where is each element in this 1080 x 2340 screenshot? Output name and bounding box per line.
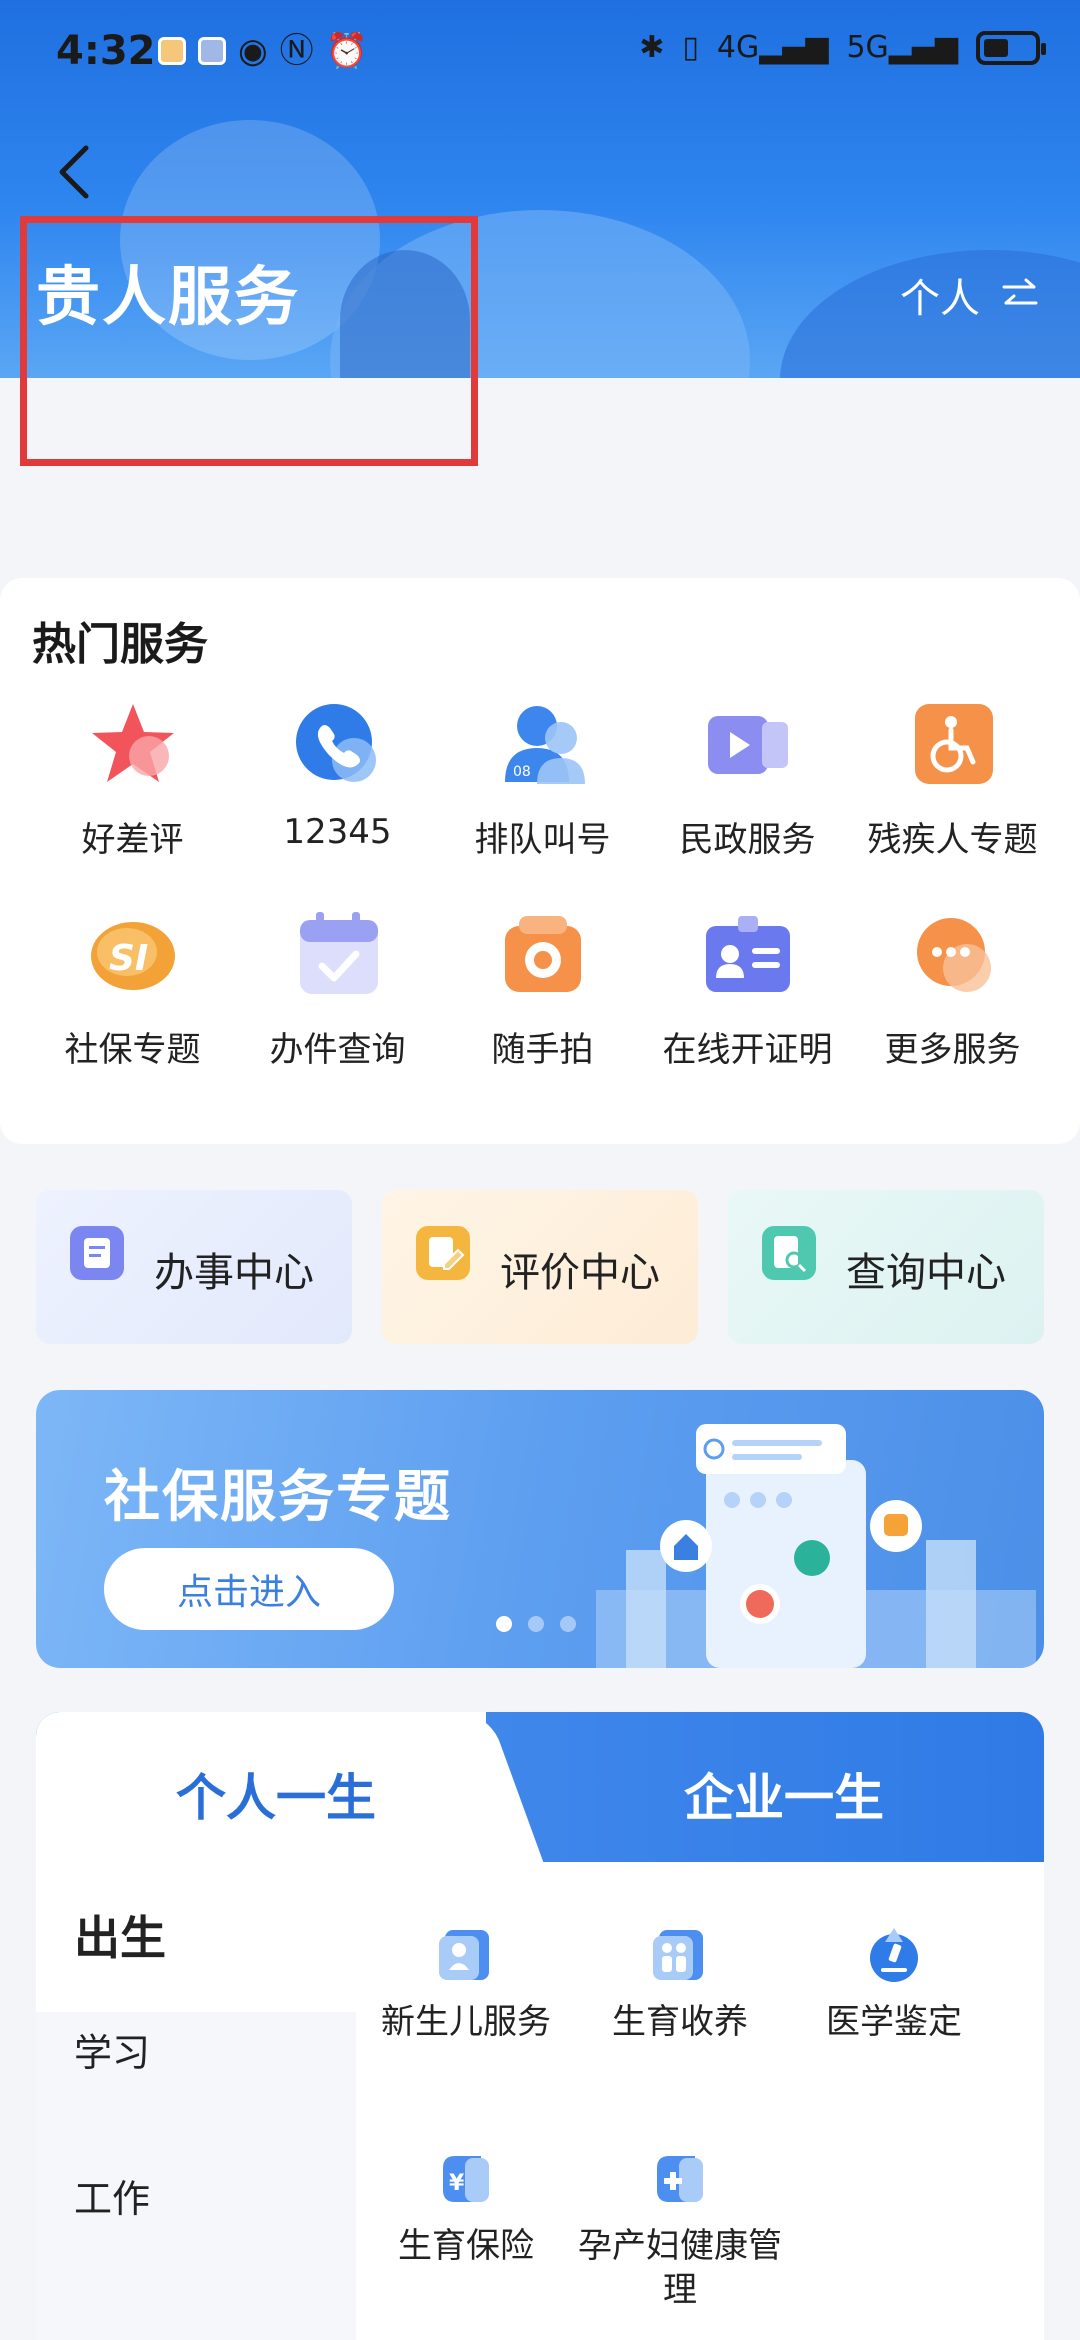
service-good-bad-review[interactable]: 好差评	[30, 698, 235, 868]
calendar-check-icon	[299, 912, 378, 994]
life-services-panel: 个人一生 企业一生 出生 学习 工作 新生儿服务 生育收养 医学鉴定 ¥ 生育保…	[36, 1712, 1044, 2340]
bluetooth-icon: ✱	[639, 30, 665, 65]
health-icon	[657, 2156, 703, 2202]
user-queue-icon: 08	[504, 706, 585, 784]
hot-services-title: 热门服务	[32, 619, 208, 670]
banner-illustration	[596, 1424, 1036, 1668]
family-icon	[653, 1930, 703, 1980]
id-card-icon	[705, 916, 790, 992]
card-service-center[interactable]: 办事中心	[36, 1190, 352, 1344]
center-cards: 办事中心 评价中心 查询中心	[36, 1190, 1044, 1344]
more-chat-icon	[916, 918, 991, 992]
edit-icon	[416, 1226, 470, 1280]
eye-icon: ◉	[238, 31, 268, 71]
service-snapshot[interactable]: 随手拍	[440, 908, 645, 1078]
status-right-icons: ✱ ▯ 4G▂▄▆ 5G▂▄▆	[639, 30, 1046, 65]
tab-personal-life[interactable]: 个人一生	[176, 1758, 376, 1830]
svg-text:08: 08	[513, 764, 531, 780]
sidebar-item-birth[interactable]: 出生	[74, 1902, 166, 1968]
service-online-certificate[interactable]: 在线开证明	[645, 908, 850, 1078]
item-birth-adoption[interactable]: 生育收养	[570, 1924, 790, 2044]
sidebar-item-study[interactable]: 学习	[74, 2022, 150, 2077]
battery-icon	[976, 30, 1046, 65]
wheelchair-icon	[914, 704, 993, 784]
star-icon	[91, 704, 174, 782]
signal-5g-icon: 5G▂▄▆	[846, 30, 958, 65]
social-security-banner[interactable]: 社保服务专题 点击进入	[36, 1390, 1044, 1668]
service-more[interactable]: 更多服务	[850, 908, 1055, 1078]
status-notification-icons: ◉ Ⓝ ⏰	[158, 34, 368, 68]
sidebar-item-work[interactable]: 工作	[74, 2168, 150, 2223]
service-12345-hotline[interactable]: 12345	[235, 698, 440, 868]
item-maternal-health[interactable]: 孕产妇健康管理	[570, 2148, 790, 2312]
microscope-icon	[870, 1928, 918, 1982]
vibrate-icon: ▯	[682, 30, 699, 65]
tab-enterprise-life[interactable]: 企业一生	[684, 1758, 884, 1830]
carousel-dot[interactable]	[560, 1616, 576, 1632]
identity-switch[interactable]: 个人	[900, 266, 1040, 324]
document-icon	[70, 1226, 124, 1280]
identity-switch-label: 个人	[900, 276, 980, 322]
swap-icon	[1002, 278, 1038, 305]
search-document-icon	[762, 1226, 816, 1280]
carousel-dot-active[interactable]	[496, 1616, 512, 1632]
service-civil-affairs[interactable]: 民政服务	[645, 698, 850, 868]
life-tabs: 个人一生 企业一生	[36, 1712, 1044, 1862]
item-maternity-insurance[interactable]: ¥ 生育保险	[356, 2148, 576, 2268]
hot-services-grid: 好差评 12345 08 排队叫号 民政服务 残疾人专题 SI 社保专题 办件查…	[0, 698, 1080, 1078]
nfc-icon: Ⓝ	[279, 31, 314, 71]
app-notification-icon	[198, 37, 226, 65]
alarm-icon: ⏰	[325, 31, 369, 71]
service-case-query[interactable]: 办件查询	[235, 908, 440, 1078]
service-queue-number[interactable]: 08 排队叫号	[440, 698, 645, 868]
social-security-icon: SI	[90, 922, 175, 990]
item-newborn-service[interactable]: 新生儿服务	[356, 1924, 576, 2044]
app-notification-icon	[158, 37, 186, 65]
item-medical-appraisal[interactable]: 医学鉴定	[784, 1924, 1004, 2044]
back-icon[interactable]	[54, 142, 94, 202]
carousel-indicator	[496, 1616, 576, 1632]
hot-services-panel: 热门服务 好差评 12345 08 排队叫号 民政服务 残疾人专题 SI 社保专…	[0, 578, 1080, 1144]
baby-icon	[439, 1930, 489, 1980]
highlight-annotation-box	[20, 216, 478, 466]
svg-text:SI: SI	[109, 938, 148, 979]
status-time: 4:32	[56, 28, 156, 74]
status-bar: 4:32 ◉ Ⓝ ⏰ ✱ ▯ 4G▂▄▆ 5G▂▄▆	[0, 0, 1080, 100]
banner-enter-button[interactable]: 点击进入	[104, 1548, 394, 1630]
life-service-items: 新生儿服务 生育收养 医学鉴定 ¥ 生育保险 孕产妇健康管理	[356, 1862, 1044, 2340]
svg-text:¥: ¥	[449, 2171, 465, 2196]
card-evaluation-center[interactable]: 评价中心	[382, 1190, 698, 1344]
carousel-dot[interactable]	[528, 1616, 544, 1632]
life-stage-sidebar: 出生 学习 工作	[36, 1862, 356, 2340]
camera-icon	[504, 916, 581, 992]
insurance-icon: ¥	[443, 2156, 489, 2202]
service-disabled-persons[interactable]: 残疾人专题	[850, 698, 1055, 868]
video-icon	[707, 716, 788, 774]
card-query-center[interactable]: 查询中心	[728, 1190, 1044, 1344]
banner-title: 社保服务专题	[104, 1465, 452, 1530]
phone-icon	[295, 704, 376, 782]
service-social-security[interactable]: SI 社保专题	[30, 908, 235, 1078]
signal-4g-icon: 4G▂▄▆	[716, 30, 829, 65]
